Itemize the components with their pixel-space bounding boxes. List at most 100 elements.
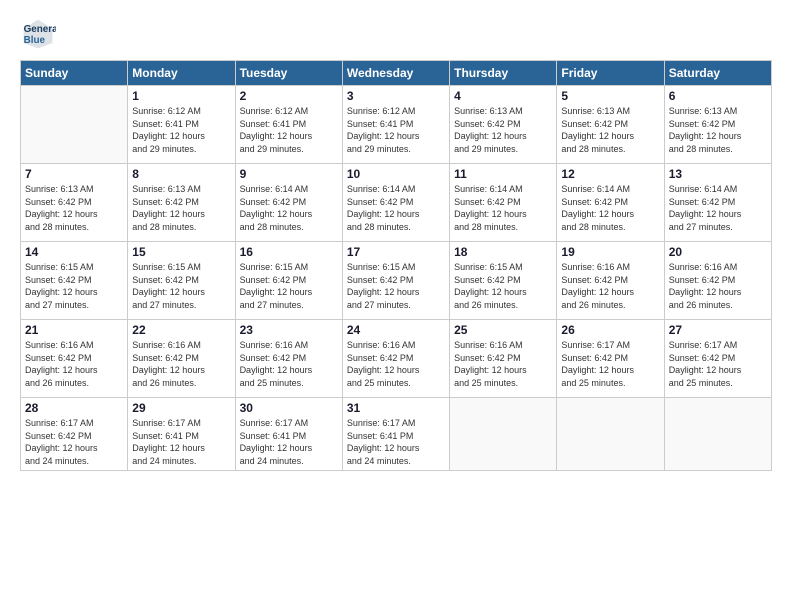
calendar-week-row: 21 Sunrise: 6:16 AM Sunset: 6:42 PM Dayli… [21,320,772,398]
calendar-day-cell: 10 Sunrise: 6:14 AM Sunset: 6:42 PM Dayli… [342,164,449,242]
day-number: 9 [240,167,338,181]
calendar-day-cell: 6Sunrise: 6:13 AM Sunset: 6:42 PM Daylig… [664,86,771,164]
weekday-header: Monday [128,61,235,86]
day-number: 4 [454,89,552,103]
weekday-header: Sunday [21,61,128,86]
calendar-day-cell: 24 Sunrise: 6:16 AM Sunset: 6:42 PM Dayli… [342,320,449,398]
calendar-day-cell: 1Sunrise: 6:12 AM Sunset: 6:41 PM Daylig… [128,86,235,164]
calendar-day-cell: 8Sunrise: 6:13 AM Sunset: 6:42 PM Daylig… [128,164,235,242]
calendar-day-cell: 28 Sunrise: 6:17 AM Sunset: 6:42 PM Dayli… [21,398,128,471]
calendar-day-cell: 30 Sunrise: 6:17 AM Sunset: 6:41 PM Dayli… [235,398,342,471]
day-info: Sunrise: 6:15 AM Sunset: 6:42 PM Dayligh… [240,261,338,311]
day-info: Sunrise: 6:16 AM Sunset: 6:42 PM Dayligh… [561,261,659,311]
header: General Blue [20,16,772,52]
day-info: Sunrise: 6:14 AM Sunset: 6:42 PM Dayligh… [347,183,445,233]
calendar-week-row: 14 Sunrise: 6:15 AM Sunset: 6:42 PM Dayli… [21,242,772,320]
calendar-week-row: 28 Sunrise: 6:17 AM Sunset: 6:42 PM Dayli… [21,398,772,471]
day-info: Sunrise: 6:12 AM Sunset: 6:41 PM Dayligh… [347,105,445,155]
calendar-day-cell: 18Sunrise: 6:15 AM Sunset: 6:42 PM Dayli… [450,242,557,320]
day-number: 18 [454,245,552,259]
weekday-header: Tuesday [235,61,342,86]
day-number: 5 [561,89,659,103]
day-number: 3 [347,89,445,103]
day-number: 30 [240,401,338,415]
day-info: Sunrise: 6:15 AM Sunset: 6:42 PM Dayligh… [347,261,445,311]
day-number: 12 [561,167,659,181]
day-info: Sunrise: 6:14 AM Sunset: 6:42 PM Dayligh… [669,183,767,233]
calendar-day-cell: 3 Sunrise: 6:12 AM Sunset: 6:41 PM Daylig… [342,86,449,164]
calendar-day-cell: 2 Sunrise: 6:12 AM Sunset: 6:41 PM Daylig… [235,86,342,164]
day-number: 15 [132,245,230,259]
day-number: 8 [132,167,230,181]
day-info: Sunrise: 6:16 AM Sunset: 6:42 PM Dayligh… [454,339,552,389]
calendar-day-cell: 23 Sunrise: 6:16 AM Sunset: 6:42 PM Dayli… [235,320,342,398]
calendar-day-cell: 4 Sunrise: 6:13 AM Sunset: 6:42 PM Daylig… [450,86,557,164]
day-number: 24 [347,323,445,337]
day-number: 29 [132,401,230,415]
calendar-day-cell: 11 Sunrise: 6:14 AM Sunset: 6:42 PM Dayli… [450,164,557,242]
page: General Blue SundayMondayTuesdayWednesda… [0,0,792,612]
calendar-day-cell: 26Sunrise: 6:17 AM Sunset: 6:42 PM Dayli… [557,320,664,398]
calendar-day-cell: 13 Sunrise: 6:14 AM Sunset: 6:42 PM Dayli… [664,164,771,242]
day-info: Sunrise: 6:12 AM Sunset: 6:41 PM Dayligh… [132,105,230,155]
day-info: Sunrise: 6:17 AM Sunset: 6:41 PM Dayligh… [132,417,230,467]
day-info: Sunrise: 6:17 AM Sunset: 6:41 PM Dayligh… [240,417,338,467]
day-info: Sunrise: 6:12 AM Sunset: 6:41 PM Dayligh… [240,105,338,155]
day-info: Sunrise: 6:17 AM Sunset: 6:41 PM Dayligh… [347,417,445,467]
calendar-day-cell: 15Sunrise: 6:15 AM Sunset: 6:42 PM Dayli… [128,242,235,320]
calendar-table: SundayMondayTuesdayWednesdayThursdayFrid… [20,60,772,471]
svg-text:Blue: Blue [24,35,46,46]
calendar-day-cell: 25 Sunrise: 6:16 AM Sunset: 6:42 PM Dayli… [450,320,557,398]
day-info: Sunrise: 6:15 AM Sunset: 6:42 PM Dayligh… [25,261,123,311]
day-info: Sunrise: 6:17 AM Sunset: 6:42 PM Dayligh… [669,339,767,389]
day-number: 13 [669,167,767,181]
calendar-day-cell: 5Sunrise: 6:13 AM Sunset: 6:42 PM Daylig… [557,86,664,164]
svg-text:General: General [24,24,56,35]
day-info: Sunrise: 6:16 AM Sunset: 6:42 PM Dayligh… [132,339,230,389]
logo-icon: General Blue [20,16,56,52]
day-info: Sunrise: 6:16 AM Sunset: 6:42 PM Dayligh… [25,339,123,389]
day-number: 19 [561,245,659,259]
calendar-day-cell: 12 Sunrise: 6:14 AM Sunset: 6:42 PM Dayli… [557,164,664,242]
day-info: Sunrise: 6:16 AM Sunset: 6:42 PM Dayligh… [240,339,338,389]
day-info: Sunrise: 6:14 AM Sunset: 6:42 PM Dayligh… [240,183,338,233]
day-number: 7 [25,167,123,181]
weekday-header: Friday [557,61,664,86]
calendar-week-row: 1Sunrise: 6:12 AM Sunset: 6:41 PM Daylig… [21,86,772,164]
day-number: 28 [25,401,123,415]
calendar-day-cell: 9 Sunrise: 6:14 AM Sunset: 6:42 PM Daylig… [235,164,342,242]
calendar-day-cell: 21 Sunrise: 6:16 AM Sunset: 6:42 PM Dayli… [21,320,128,398]
day-info: Sunrise: 6:17 AM Sunset: 6:42 PM Dayligh… [25,417,123,467]
calendar-day-cell: 16 Sunrise: 6:15 AM Sunset: 6:42 PM Dayli… [235,242,342,320]
day-number: 10 [347,167,445,181]
day-info: Sunrise: 6:14 AM Sunset: 6:42 PM Dayligh… [454,183,552,233]
calendar-day-cell: 29 Sunrise: 6:17 AM Sunset: 6:41 PM Dayli… [128,398,235,471]
day-info: Sunrise: 6:16 AM Sunset: 6:42 PM Dayligh… [669,261,767,311]
weekday-header: Saturday [664,61,771,86]
day-info: Sunrise: 6:13 AM Sunset: 6:42 PM Dayligh… [454,105,552,155]
day-info: Sunrise: 6:16 AM Sunset: 6:42 PM Dayligh… [347,339,445,389]
weekday-header: Wednesday [342,61,449,86]
day-number: 25 [454,323,552,337]
day-number: 11 [454,167,552,181]
day-number: 16 [240,245,338,259]
day-info: Sunrise: 6:14 AM Sunset: 6:42 PM Dayligh… [561,183,659,233]
day-number: 14 [25,245,123,259]
calendar-day-cell: 31 Sunrise: 6:17 AM Sunset: 6:41 PM Dayli… [342,398,449,471]
day-number: 22 [132,323,230,337]
day-number: 31 [347,401,445,415]
day-number: 21 [25,323,123,337]
calendar-day-cell [450,398,557,471]
day-number: 17 [347,245,445,259]
calendar-day-cell: 17 Sunrise: 6:15 AM Sunset: 6:42 PM Dayli… [342,242,449,320]
calendar-day-cell: 27 Sunrise: 6:17 AM Sunset: 6:42 PM Dayli… [664,320,771,398]
logo: General Blue [20,16,60,52]
day-number: 26 [561,323,659,337]
calendar-header-row: SundayMondayTuesdayWednesdayThursdayFrid… [21,61,772,86]
calendar-day-cell: 7Sunrise: 6:13 AM Sunset: 6:42 PM Daylig… [21,164,128,242]
calendar-day-cell [664,398,771,471]
day-info: Sunrise: 6:13 AM Sunset: 6:42 PM Dayligh… [669,105,767,155]
day-number: 27 [669,323,767,337]
day-number: 2 [240,89,338,103]
day-number: 23 [240,323,338,337]
